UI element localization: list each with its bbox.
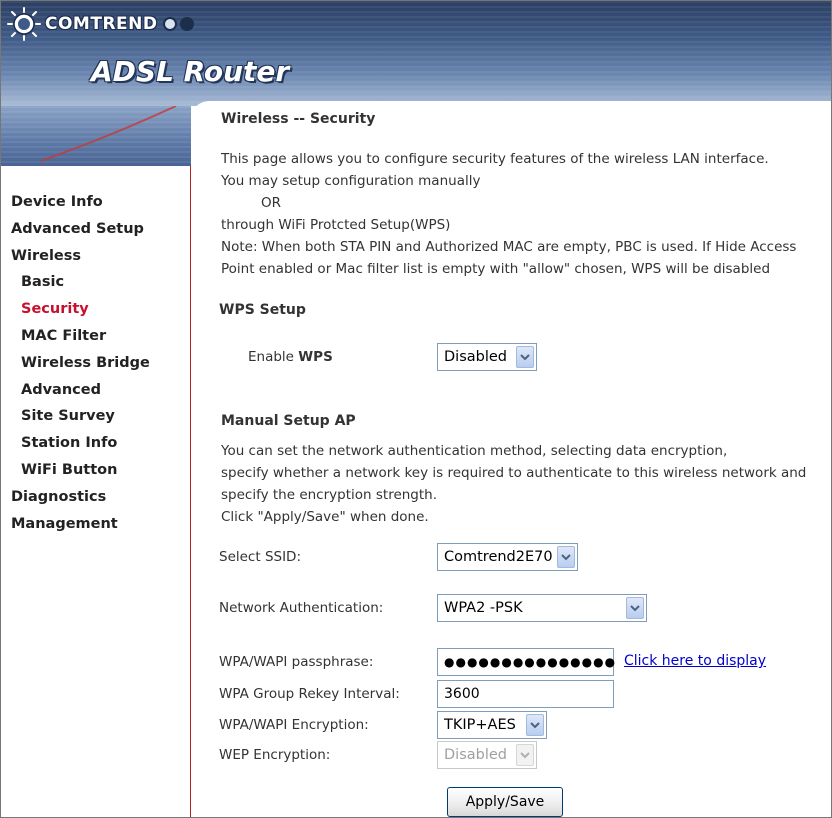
intro-note-line-2: Point enabled or Mac filter list is empt… [221, 261, 771, 277]
rekey-interval-label: WPA Group Rekey Interval: [219, 686, 400, 702]
sidebar-banner [1, 106, 191, 166]
intro-line-2: You may setup configuration manually [221, 173, 481, 189]
encryption-select[interactable]: TKIP+AES [437, 711, 547, 739]
manual-desc-line-3: specify the encryption strength. [221, 487, 438, 503]
sidebar-item-management[interactable]: Management [11, 513, 189, 540]
sidebar-item-site-survey[interactable]: Site Survey [11, 405, 189, 432]
header-banner: COMTREND ADSL Router [1, 1, 831, 106]
sidebar-item-mac-filter[interactable]: MAC Filter [11, 325, 189, 352]
display-passphrase-link[interactable]: Click here to display [624, 653, 766, 669]
apply-save-button[interactable]: Apply/Save [447, 787, 563, 817]
sidebar-divider [190, 166, 191, 817]
enable-wps-label-bold: WPS [298, 349, 333, 365]
enable-wps-label: Enable WPS [248, 349, 333, 365]
encryption-value: TKIP+AES [444, 717, 516, 733]
intro-note-line-1: Note: When both STA PIN and Authorized M… [221, 239, 797, 255]
intro-line-or: OR [261, 195, 282, 211]
rekey-interval-input[interactable]: 3600 [437, 680, 614, 708]
enable-wps-select[interactable]: Disabled [437, 343, 537, 371]
chevron-down-icon [526, 714, 544, 736]
brand-dots-icon [163, 17, 197, 31]
sidebar-item-basic[interactable]: Basic [11, 271, 189, 298]
signal-swoosh-icon [40, 106, 177, 162]
brand-logo: COMTREND [7, 7, 197, 41]
product-title: ADSL Router [91, 55, 290, 88]
enable-wps-value: Disabled [444, 349, 507, 365]
enable-wps-label-prefix: Enable [248, 349, 299, 365]
chevron-down-icon [516, 346, 534, 368]
wep-encryption-label: WEP Encryption: [219, 747, 331, 763]
passphrase-input[interactable]: ●●●●●●●●●●●●●●● [437, 648, 615, 676]
chevron-down-icon [557, 546, 575, 568]
ssid-select[interactable]: Comtrend2E70 [437, 543, 578, 571]
page-title: Wireless -- Security [221, 111, 376, 127]
passphrase-label: WPA/WAPI passphrase: [219, 654, 374, 670]
sidebar-item-station-info[interactable]: Station Info [11, 432, 189, 459]
sidebar-item-security[interactable]: Security [11, 298, 189, 325]
manual-setup-section-title: Manual Setup AP [221, 413, 356, 429]
sidebar-nav: Device Info Advanced Setup Wireless Basi… [11, 191, 189, 539]
network-auth-select[interactable]: WPA2 -PSK [437, 594, 647, 622]
sidebar-item-device-info[interactable]: Device Info [11, 191, 189, 218]
sidebar-item-wifi-button[interactable]: WiFi Button [11, 459, 189, 486]
encryption-label: WPA/WAPI Encryption: [219, 717, 369, 733]
wps-section-title: WPS Setup [219, 302, 306, 318]
sidebar-item-wireless-bridge[interactable]: Wireless Bridge [11, 352, 189, 379]
sidebar-item-advanced[interactable]: Advanced [11, 379, 189, 406]
network-auth-value: WPA2 -PSK [444, 600, 523, 616]
router-web-page: COMTREND ADSL Router Device Info Advance… [0, 0, 832, 818]
sidebar-item-advanced-setup[interactable]: Advanced Setup [11, 218, 189, 245]
chevron-down-icon [626, 597, 644, 619]
comtrend-logo-icon [7, 7, 41, 41]
wep-encryption-value: Disabled [444, 747, 507, 763]
manual-desc-line-2: specify whether a network key is require… [221, 465, 807, 481]
sidebar-item-diagnostics[interactable]: Diagnostics [11, 486, 189, 513]
wep-encryption-select: Disabled [437, 741, 537, 769]
network-auth-label: Network Authentication: [219, 600, 384, 616]
sidebar-item-wireless[interactable]: Wireless [11, 245, 189, 272]
ssid-label: Select SSID: [219, 549, 302, 565]
intro-line-3: through WiFi Protcted Setup(WPS) [221, 217, 451, 233]
manual-desc-line-4: Click "Apply/Save" when done. [221, 509, 429, 525]
ssid-value: Comtrend2E70 [444, 549, 553, 565]
manual-desc-line-1: You can set the network authentication m… [221, 443, 728, 459]
intro-line-1: This page allows you to configure securi… [221, 151, 769, 167]
chevron-down-icon [516, 744, 534, 766]
brand-name: COMTREND [45, 14, 158, 34]
